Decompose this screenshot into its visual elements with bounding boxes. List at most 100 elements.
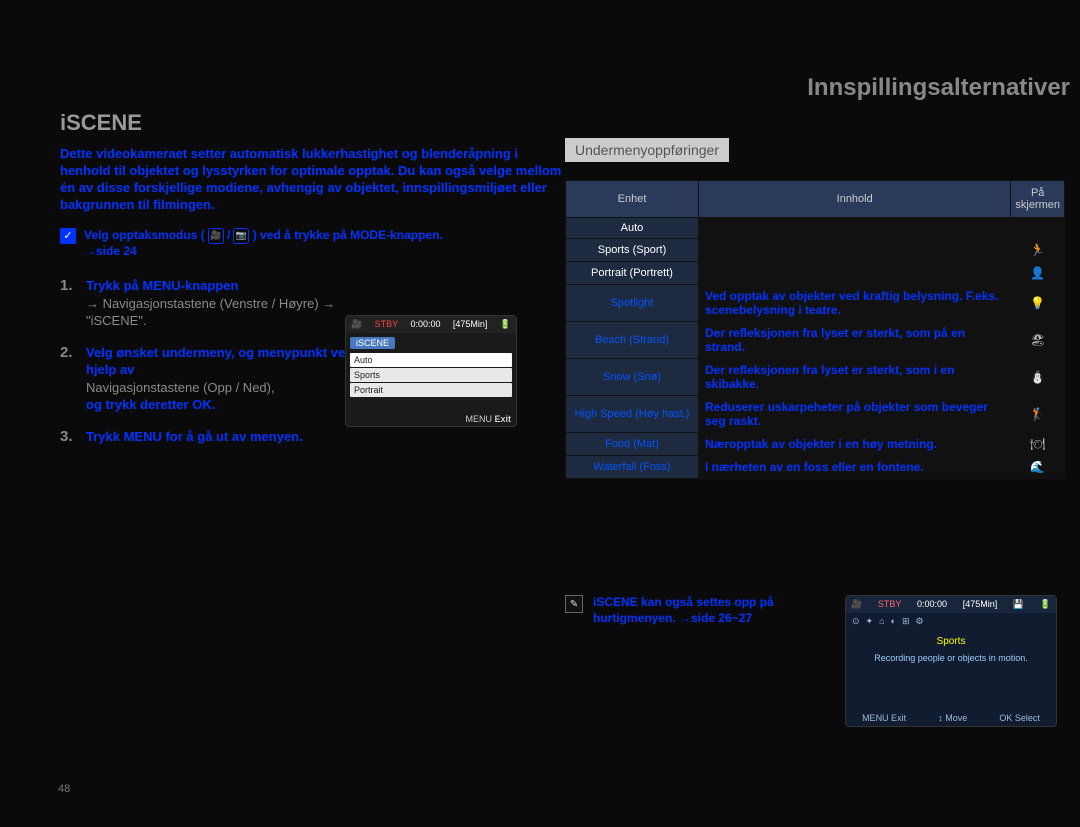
lcd-screenshot-menu: 🎥 STBY 0:00:00 [475Min] 🔋 iSCENE Auto Sp… <box>345 315 517 427</box>
step-1-detail: → Navigasjonstastene (Venstre / Høyre) →… <box>86 296 335 329</box>
mode-name: Sports (Sport) <box>566 239 699 262</box>
remaining-time: [475Min] <box>963 599 998 610</box>
submenu-heading: Undermenyoppføringer <box>565 138 729 162</box>
mode-onscreen-icon: 🏃 <box>1011 239 1065 262</box>
prerequisite-note: ✓ Velg opptaksmodus ( 🎥/📷 ) ved å trykke… <box>60 228 580 260</box>
mode-description <box>699 262 1011 285</box>
mode-description: Der refleksjonen fra lyset er sterkt, so… <box>699 322 1011 359</box>
qm-icon: ◐ <box>891 616 896 627</box>
mode-description: Ved opptak av objekter ved kraftig belys… <box>699 285 1011 322</box>
foot-move: ↕ Move <box>938 713 967 723</box>
menu-item-auto: Auto <box>350 353 512 367</box>
mode-description: Næropptak av objekter i en høy metning. <box>699 433 1011 456</box>
chapter-header: Innspillingsalternativer <box>807 74 1070 102</box>
qm-icon: ⊙ <box>852 616 860 627</box>
mode-onscreen-icon: 🏖 <box>1011 322 1065 359</box>
photo-mode-icon: 📷 <box>233 228 249 244</box>
table-row: Auto <box>566 218 1065 239</box>
quickmenu-selected: Sports <box>846 636 1056 647</box>
quickmenu-icon-row: ⊙ ✦ ⌂ ◐ ⊞ ⚙ <box>846 613 1056 630</box>
step-2-action: Velg ønsket undermeny, og menypunkt ved … <box>86 345 353 378</box>
pencil-icon: ✎ <box>565 595 583 613</box>
note-pageref: →side 24 <box>84 244 137 258</box>
mode-onscreen-icon: 🏌 <box>1011 396 1065 433</box>
quickmenu-footer: MENU Exit ↕ Move OK Select <box>846 713 1056 723</box>
mode-onscreen-icon <box>1011 218 1065 239</box>
rec-mode-icon: 🎥 <box>351 319 362 330</box>
page-title: iSCENE <box>60 110 1070 136</box>
mode-name: Food (Mat) <box>566 433 699 456</box>
timecode: 0:00:00 <box>410 319 440 330</box>
step-number: 3. <box>60 428 78 446</box>
submenu-table: Enhet Innhold På skjermen AutoSports (Sp… <box>565 180 1065 479</box>
table-row: Snow (Snø)Der refleksjonen fra lyset er … <box>566 359 1065 396</box>
step-2-action-2: og trykk deretter OK. <box>86 397 215 412</box>
steps-list: 1. Trykk på MENU-knappen → Navigasjonsta… <box>60 277 360 445</box>
col-content: Innhold <box>699 181 1011 218</box>
mode-onscreen-icon: 💡 <box>1011 285 1065 322</box>
table-row: High Speed (Høy hast.)Reduserer uskarpeh… <box>566 396 1065 433</box>
page-number: 48 <box>58 783 70 795</box>
note-text-b: ) ved å trykke på MODE-knappen. <box>253 228 443 242</box>
menu-tab-iscene: iSCENE <box>350 337 395 349</box>
mode-description <box>699 218 1011 239</box>
stby-label: STBY <box>878 599 902 610</box>
mode-onscreen-icon: 🍽 <box>1011 433 1065 456</box>
lcd-screenshot-quickmenu: 🎥 STBY 0:00:00 [475Min] 💾 🔋 ⊙ ✦ ⌂ ◐ ⊞ ⚙ … <box>845 595 1057 727</box>
rec-mode-icon: 🎥 <box>851 599 862 610</box>
card-icon: 💾 <box>1013 599 1024 610</box>
battery-icon: 🔋 <box>500 319 511 330</box>
menu-item-portrait: Portrait <box>350 383 512 397</box>
tip-text: iSCENE kan også settes opp på hurtigmeny… <box>593 595 853 626</box>
step-number: 2. <box>60 344 78 414</box>
col-onscreen: På skjermen <box>1011 181 1065 218</box>
mode-name: Beach (Strand) <box>566 322 699 359</box>
table-row: Sports (Sport) 🏃 <box>566 239 1065 262</box>
mode-name: Snow (Snø) <box>566 359 699 396</box>
qm-icon: ⌂ <box>879 616 884 627</box>
screen1-footer: MENU Exit <box>465 414 511 424</box>
col-unit: Enhet <box>566 181 699 218</box>
step-2: 2. Velg ønsket undermeny, og menypunkt v… <box>60 344 360 414</box>
step-3-action: Trykk MENU for å gå ut av menyen. <box>86 429 303 444</box>
step-1: 1. Trykk på MENU-knappen → Navigasjonsta… <box>60 277 360 330</box>
table-row: SpotlightVed opptak av objekter ved kraf… <box>566 285 1065 322</box>
quickmenu-desc: Recording people or objects in motion. <box>846 653 1056 664</box>
tip-note: ✎ iSCENE kan også settes opp på hurtigme… <box>565 595 853 626</box>
mode-onscreen-icon: 🌊 <box>1011 456 1065 479</box>
mode-name: High Speed (Høy hast.) <box>566 396 699 433</box>
qm-icon: ✦ <box>866 616 874 627</box>
intro-paragraph: Dette videokameraet setter automatisk lu… <box>60 146 570 214</box>
mode-name: Spotlight <box>566 285 699 322</box>
qm-icon: ⊞ <box>902 616 910 627</box>
note-text-a: Velg opptaksmodus ( <box>84 228 205 242</box>
foot-select: OK Select <box>999 713 1040 723</box>
mode-name: Auto <box>566 218 699 239</box>
qm-icon: ⚙ <box>916 616 924 627</box>
table-row: Waterfall (Foss)I nærheten av en foss el… <box>566 456 1065 479</box>
menu-list: Auto Sports Portrait <box>350 353 512 397</box>
mode-name: Waterfall (Foss) <box>566 456 699 479</box>
mode-description: Der refleksjonen fra lyset er sterkt, so… <box>699 359 1011 396</box>
foot-exit: MENU Exit <box>862 713 906 723</box>
mode-description: I nærheten av en foss eller en fontene. <box>699 456 1011 479</box>
step-3: 3. Trykk MENU for å gå ut av menyen. <box>60 428 360 446</box>
mode-description: Reduserer uskarpeheter på objekter som b… <box>699 396 1011 433</box>
table-row: Beach (Strand)Der refleksjonen fra lyset… <box>566 322 1065 359</box>
step-1-action: Trykk på MENU-knappen <box>86 278 238 293</box>
note-text: Velg opptaksmodus ( 🎥/📷 ) ved å trykke p… <box>84 228 443 260</box>
mode-description <box>699 239 1011 262</box>
timecode: 0:00:00 <box>917 599 947 610</box>
stby-label: STBY <box>375 319 399 330</box>
table-row: Portrait (Portrett) 👤 <box>566 262 1065 285</box>
menu-item-sports: Sports <box>350 368 512 382</box>
mode-onscreen-icon: 👤 <box>1011 262 1065 285</box>
table-row: Food (Mat)Næropptak av objekter i en høy… <box>566 433 1065 456</box>
video-mode-icon: 🎥 <box>208 228 224 244</box>
battery-icon: 🔋 <box>1040 599 1051 610</box>
mode-name: Portrait (Portrett) <box>566 262 699 285</box>
mode-icons: 🎥/📷 <box>208 228 249 244</box>
remaining-time: [475Min] <box>453 319 488 330</box>
step-2-detail: Navigasjonstastene (Opp / Ned), <box>86 380 275 395</box>
check-icon: ✓ <box>60 228 76 244</box>
